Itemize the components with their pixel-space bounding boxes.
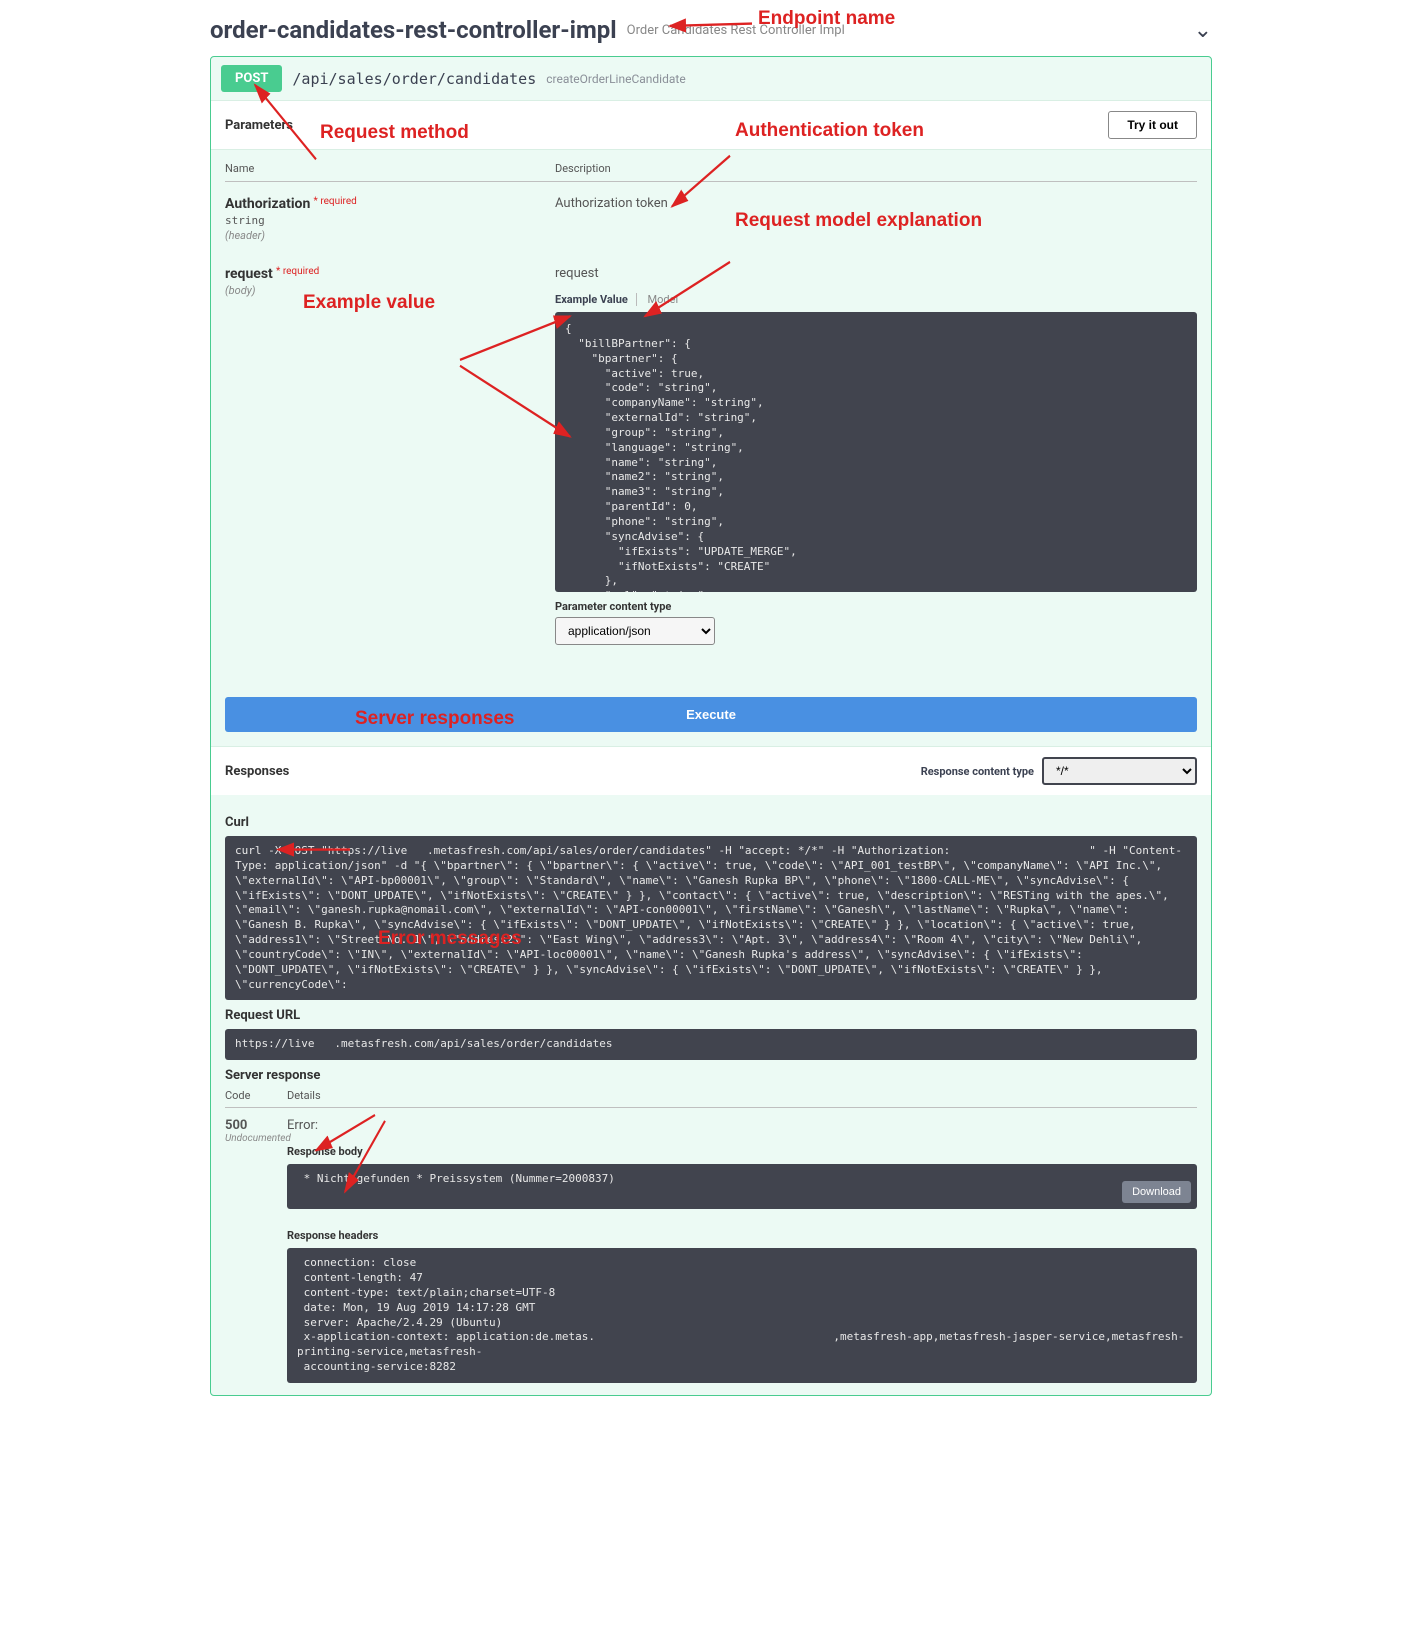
required-badge: required <box>314 196 357 207</box>
endpoint-title: order-candidates-rest-controller-impl <box>210 16 617 44</box>
parameter-content-type-label: Parameter content type <box>555 600 1197 613</box>
param-name: request <box>225 266 273 282</box>
tab-example-value[interactable]: Example Value <box>555 293 637 306</box>
operation-block: POST /api/sales/order/candidates createO… <box>210 56 1212 1396</box>
curl-code[interactable]: curl -X POST "https://live .metasfresh.c… <box>225 836 1197 1000</box>
response-content-type-select[interactable]: */* <box>1042 757 1197 785</box>
server-response-header: Code Details <box>225 1089 1197 1108</box>
response-content-type-label: Response content type <box>921 765 1034 778</box>
request-url-code[interactable]: https://live .metasfresh.com/api/sales/o… <box>225 1029 1197 1060</box>
response-body-code[interactable]: * Nicht gefunden * Preissystem (Nummer=2… <box>287 1164 1197 1209</box>
tab-model[interactable]: Model <box>640 293 679 306</box>
param-header-row: Name Description <box>225 162 1197 182</box>
param-type: string <box>225 214 555 227</box>
responses-title: Responses <box>225 764 289 779</box>
parameters-bar: Parameters Try it out <box>211 100 1211 150</box>
error-label: Error: <box>287 1118 1197 1133</box>
param-row-request: request required (body) request Example … <box>225 266 1197 669</box>
parameter-content-type-select[interactable]: application/json <box>555 617 715 645</box>
endpoint-path: /api/sales/order/candidates <box>292 70 536 88</box>
param-location: (body) <box>225 284 555 297</box>
column-details: Details <box>287 1089 321 1102</box>
operation-summary[interactable]: POST /api/sales/order/candidates createO… <box>211 57 1211 100</box>
response-headers-code[interactable]: connection: close content-length: 47 con… <box>287 1248 1197 1383</box>
required-badge: required <box>276 266 319 277</box>
execute-button[interactable]: Execute <box>225 697 1197 732</box>
param-description: Authorization token <box>555 196 1197 211</box>
endpoint-subtitle: Order Candidates Rest Controller Impl <box>627 23 845 38</box>
curl-title: Curl <box>225 815 1197 830</box>
column-description: Description <box>555 162 1197 175</box>
response-code: 500 <box>225 1118 287 1133</box>
responses-bar: Responses Response content type */* <box>211 746 1211 795</box>
param-location: (header) <box>225 229 555 242</box>
download-button[interactable]: Download <box>1122 1181 1191 1203</box>
parameters-title: Parameters <box>225 118 293 133</box>
operation-id: createOrderLineCandidate <box>546 72 685 86</box>
param-description: request <box>555 266 1197 281</box>
response-headers-title: Response headers <box>287 1229 1197 1242</box>
server-response-title: Server response <box>225 1068 1197 1083</box>
example-value-code[interactable]: { "billBPartner": { "bpartner": { "activ… <box>555 312 1197 592</box>
request-url-title: Request URL <box>225 1008 1197 1023</box>
endpoint-header[interactable]: order-candidates-rest-controller-impl Or… <box>210 10 1212 56</box>
param-row-authorization: Authorization required string (header) A… <box>225 182 1197 266</box>
http-method-badge: POST <box>221 65 282 92</box>
column-code: Code <box>225 1089 287 1102</box>
response-body-title: Response body <box>287 1145 1197 1158</box>
chevron-down-icon[interactable]: ⌄ <box>1194 18 1212 43</box>
param-name: Authorization <box>225 196 310 212</box>
server-response-row: 500 Undocumented Error: Response body * … <box>225 1108 1197 1383</box>
column-name: Name <box>225 162 555 175</box>
undocumented-label: Undocumented <box>225 1133 287 1144</box>
try-it-out-button[interactable]: Try it out <box>1108 111 1197 139</box>
